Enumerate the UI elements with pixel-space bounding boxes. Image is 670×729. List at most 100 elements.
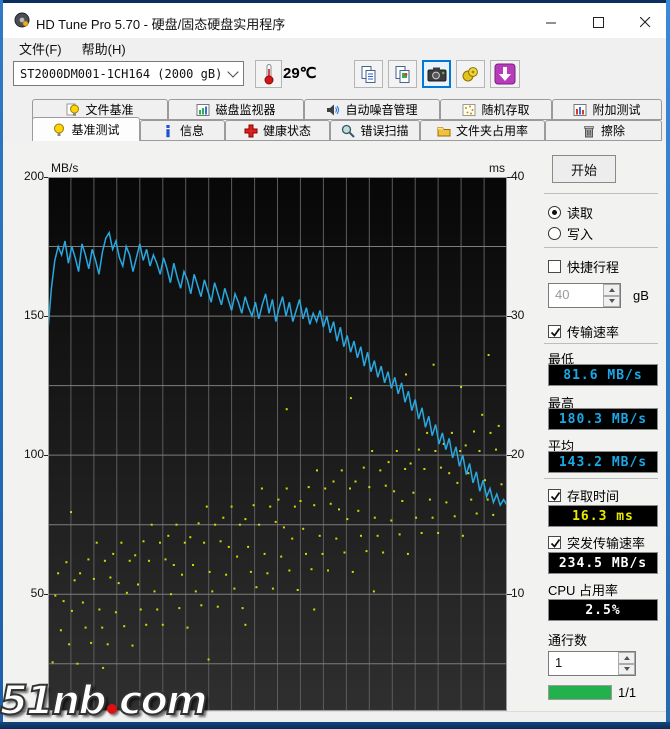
temperature-value: 29℃: [283, 65, 317, 82]
options-button[interactable]: [456, 60, 485, 88]
tab-disk-monitor[interactable]: 磁盘监视器: [168, 99, 304, 120]
tab-error-scan[interactable]: 错误扫描: [330, 120, 420, 141]
bar-chart-icon: [196, 103, 210, 116]
start-button[interactable]: 开始: [552, 155, 616, 183]
access-time-dot: [84, 626, 87, 629]
access-time-dot: [247, 545, 250, 548]
access-time-dot: [362, 466, 365, 469]
access-time-dot: [106, 643, 109, 646]
tab-info[interactable]: 信息: [140, 120, 225, 141]
radio-write-label: 写入: [567, 227, 594, 242]
access-time-dot: [252, 504, 255, 507]
access-time-dot: [478, 450, 481, 452]
access-time-dot: [365, 550, 368, 553]
right-axis-unit: ms: [489, 161, 505, 175]
spin-up-button[interactable]: [618, 652, 635, 664]
access-time-dot: [349, 397, 352, 400]
avg-value: 143.2 MB/s: [548, 451, 658, 473]
access-time-dot: [296, 589, 299, 591]
menu-file[interactable]: 文件(F): [10, 37, 71, 60]
tab-folder-usage[interactable]: 文件夹占用率: [420, 120, 545, 141]
up-arrow-icon: [608, 287, 615, 292]
drive-select[interactable]: ST2000DM001-1CH164 (2000 gB): [13, 61, 244, 86]
screenshot-button[interactable]: [422, 60, 451, 88]
spin-down-button[interactable]: [603, 295, 620, 307]
checkbox-checked-icon: [548, 325, 561, 338]
access-time-dot: [200, 604, 203, 607]
access-time-dot: [81, 601, 84, 604]
burst-rate-value: 234.5 MB/s: [548, 552, 658, 574]
tab-health[interactable]: 健康状态: [225, 120, 330, 141]
access-time-dot: [192, 564, 194, 566]
tab-benchmark[interactable]: 基准测试: [32, 117, 140, 141]
access-time-dot: [92, 577, 95, 580]
tab-erase[interactable]: 擦除: [545, 120, 662, 141]
spin-up-button[interactable]: [603, 284, 620, 296]
radio-read[interactable]: 读取: [548, 203, 593, 222]
access-time-dot: [150, 523, 153, 526]
access-time-dot: [236, 555, 239, 558]
access-time-dot: [346, 518, 349, 521]
transfer-rate-checkbox[interactable]: 传输速率: [548, 322, 619, 341]
short-stroke-size-spinner[interactable]: 40: [548, 283, 621, 308]
magnifier-icon: [342, 124, 356, 138]
tab-extra-tests[interactable]: 附加测试: [552, 99, 662, 120]
right-axis-tick: 30: [511, 308, 525, 322]
access-time-dot: [258, 523, 261, 526]
access-time-checkbox[interactable]: 存取时间: [548, 486, 619, 505]
copy-text-button[interactable]: [354, 60, 383, 88]
progress-fill: [549, 686, 611, 699]
access-time-dot: [302, 527, 305, 530]
access-time-dot: [73, 579, 76, 582]
temperature-button[interactable]: [255, 60, 282, 88]
left-axis-tick: 50: [30, 586, 44, 600]
access-time-dot: [181, 573, 183, 576]
copy-image-button[interactable]: [388, 60, 417, 88]
access-time-dot: [205, 505, 208, 508]
status-bar: [3, 711, 666, 722]
tab-label: 文件基准: [85, 103, 134, 117]
radio-write[interactable]: 写入: [548, 224, 593, 243]
access-time-dot: [423, 468, 426, 470]
menu-help[interactable]: 帮助(H): [73, 37, 135, 60]
right-axis-tick: 10: [511, 586, 525, 600]
right-axis-tick: 40: [511, 169, 525, 183]
access-time-dot: [464, 444, 467, 447]
up-arrow-icon: [623, 655, 630, 660]
short-stroke-label: 快捷行程: [567, 260, 620, 275]
minimize-button[interactable]: [535, 9, 567, 35]
min-value: 81.6 MB/s: [548, 364, 658, 386]
short-stroke-checkbox[interactable]: 快捷行程: [548, 257, 619, 276]
bulb-icon: [54, 123, 65, 136]
access-time-dot: [487, 354, 490, 356]
access-time-dot: [117, 582, 120, 585]
tab-auto-acoustic[interactable]: 自动噪音管理: [304, 99, 440, 120]
tab-random-access[interactable]: 随机存取: [440, 99, 552, 120]
access-time-dot: [90, 641, 93, 644]
access-time-dot: [310, 568, 313, 571]
benchmark-plot: [48, 177, 507, 711]
pass-count-spinner[interactable]: 1: [548, 651, 636, 676]
maximize-button[interactable]: [582, 9, 614, 35]
spin-down-button[interactable]: [618, 663, 635, 675]
access-time-dot: [109, 576, 112, 579]
title-bar: HD Tune Pro 5.70 - 硬盘/固态硬盘实用程序: [3, 3, 666, 38]
access-time-dot: [170, 593, 172, 596]
minimize-icon: [545, 22, 556, 23]
access-time-dot: [460, 386, 463, 388]
access-time-dot: [137, 583, 139, 586]
access-time-dot: [288, 569, 291, 572]
access-time-dot: [222, 516, 225, 519]
save-results-button[interactable]: [490, 60, 520, 88]
close-button[interactable]: [629, 9, 661, 35]
access-time-dot: [51, 661, 54, 664]
access-time-dot: [62, 600, 65, 603]
access-time-dot: [214, 523, 217, 526]
burst-rate-checkbox[interactable]: 突发传输速率: [548, 533, 645, 552]
access-time-dot: [492, 513, 495, 516]
access-time-dot: [241, 607, 244, 610]
cpu-usage-label: CPU 占用率: [548, 583, 619, 598]
health-cross-icon: [244, 124, 258, 137]
access-time-dot: [128, 559, 131, 562]
window-title: HD Tune Pro 5.70 - 硬盘/固态硬盘实用程序: [36, 17, 286, 32]
